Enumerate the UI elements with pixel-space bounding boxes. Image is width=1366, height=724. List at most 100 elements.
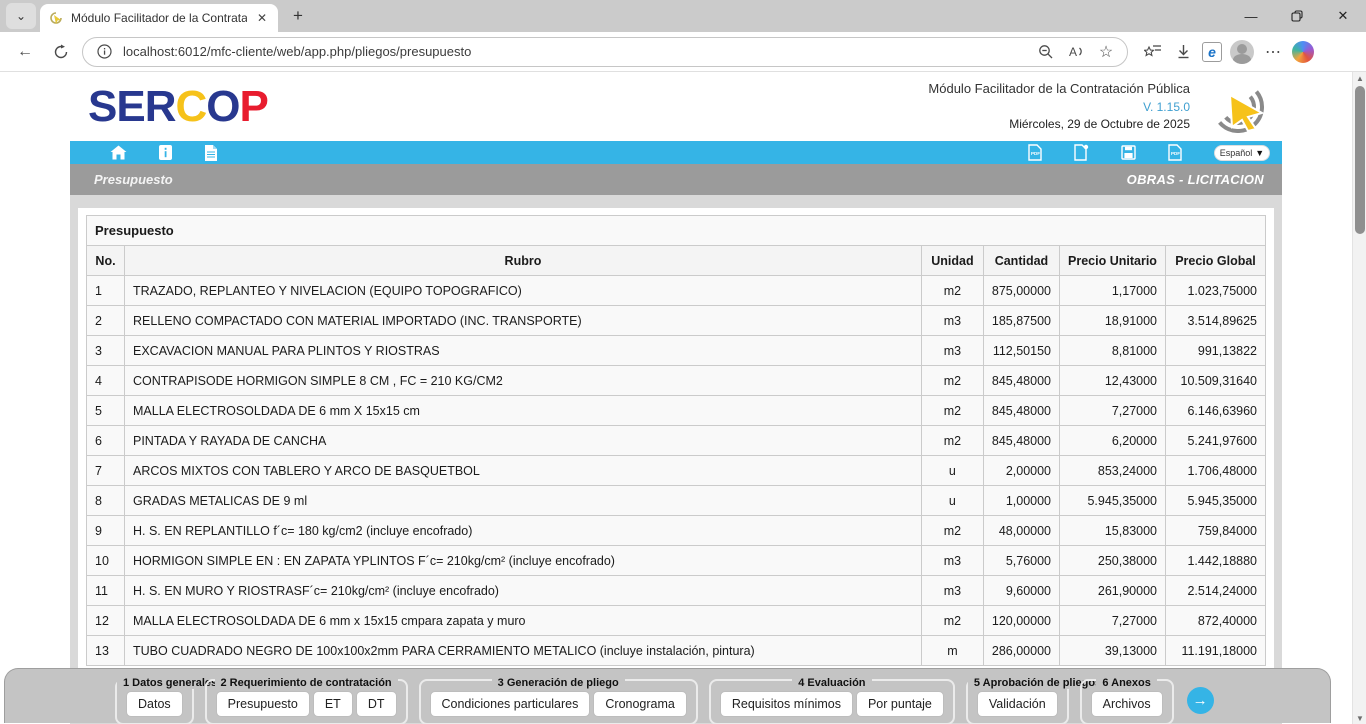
- cell-rubro: H. S. EN REPLANTILLO f´c= 180 kg/cm2 (in…: [125, 516, 922, 546]
- svg-text:A: A: [1069, 45, 1077, 59]
- window-close-button[interactable]: ✕: [1320, 0, 1366, 32]
- scroll-down-icon[interactable]: ▼: [1353, 712, 1366, 724]
- cell-no: 6: [87, 426, 125, 456]
- cell-cantidad: 286,00000: [983, 636, 1059, 666]
- cell-precio-unitario: 250,38000: [1060, 546, 1166, 576]
- scrollbar-thumb[interactable]: [1355, 86, 1365, 234]
- cell-precio-unitario: 853,24000: [1060, 456, 1166, 486]
- cell-unidad: m2: [921, 516, 983, 546]
- site-info-icon[interactable]: [93, 41, 115, 63]
- cell-rubro: TRAZADO, REPLANTEO Y NIVELACION (EQUIPO …: [125, 276, 922, 306]
- cell-precio-global: 10.509,31640: [1166, 366, 1266, 396]
- profile-avatar[interactable]: [1230, 40, 1254, 64]
- collections-icon[interactable]: [1142, 41, 1164, 63]
- cell-precio-global: 5.241,97600: [1166, 426, 1266, 456]
- nav-button-dt[interactable]: DT: [356, 691, 397, 717]
- table-row: 3EXCAVACION MANUAL PARA PLINTOS Y RIOSTR…: [87, 336, 1266, 366]
- section-6: 6 AnexosArchivos: [1080, 679, 1174, 724]
- cell-no: 2: [87, 306, 125, 336]
- logo-text: SER: [88, 82, 175, 131]
- section-label: 3 Generación de pliego: [421, 673, 696, 691]
- app-title: Módulo Facilitador de la Contratación Pú…: [928, 80, 1190, 99]
- cell-no: 4: [87, 366, 125, 396]
- scroll-up-icon[interactable]: ▲: [1353, 72, 1366, 84]
- read-aloud-icon[interactable]: A: [1065, 41, 1087, 63]
- next-step-button[interactable]: →: [1187, 687, 1214, 714]
- nav-button-condiciones-particulares[interactable]: Condiciones particulares: [430, 691, 591, 717]
- cell-unidad: u: [921, 486, 983, 516]
- nav-button-archivos[interactable]: Archivos: [1091, 691, 1163, 717]
- language-select[interactable]: Español ▼: [1214, 145, 1270, 161]
- window-minimize-button[interactable]: —: [1228, 0, 1274, 32]
- browser-tab[interactable]: Módulo Facilitador de la Contrata ✕: [40, 4, 278, 32]
- table-row: 5MALLA ELECTROSOLDADA DE 6 mm X 15x15 cm…: [87, 396, 1266, 426]
- info-icon[interactable]: [159, 145, 172, 160]
- pdf-file-icon[interactable]: PDF: [1168, 144, 1182, 161]
- new-document-icon[interactable]: [1074, 144, 1089, 161]
- pdf-file-icon[interactable]: PDF: [1028, 144, 1042, 161]
- table-row: 12MALLA ELECTROSOLDADA DE 6 mm x 15x15 c…: [87, 606, 1266, 636]
- back-icon[interactable]: ←: [10, 37, 40, 67]
- nav-button-presupuesto[interactable]: Presupuesto: [216, 691, 310, 717]
- address-bar[interactable]: localhost:6012/mfc-cliente/web/app.php/p…: [82, 37, 1128, 67]
- cell-precio-unitario: 1,17000: [1060, 276, 1166, 306]
- table-row: 2RELLENO COMPACTADO CON MATERIAL IMPORTA…: [87, 306, 1266, 336]
- cell-precio-unitario: 18,91000: [1060, 306, 1166, 336]
- cell-cantidad: 875,00000: [983, 276, 1059, 306]
- content-area: Presupuesto No.RubroUnidadCantidadPrecio…: [70, 195, 1282, 724]
- copilot-icon[interactable]: [1292, 41, 1314, 63]
- url-text[interactable]: localhost:6012/mfc-cliente/web/app.php/p…: [123, 44, 1027, 59]
- favorite-star-icon[interactable]: ☆: [1095, 41, 1117, 63]
- section-2: 2 Requerimiento de contrataciónPresupues…: [205, 679, 408, 724]
- window-restore-button[interactable]: [1274, 0, 1320, 32]
- nav-button-cronograma[interactable]: Cronograma: [593, 691, 686, 717]
- cell-precio-global: 5.945,35000: [1166, 486, 1266, 516]
- cell-rubro: TUBO CUADRADO NEGRO DE 100x100x2mm PARA …: [125, 636, 922, 666]
- breadcrumb-bar: Presupuesto OBRAS - LICITACION: [70, 164, 1282, 195]
- table-row: 4CONTRAPISODE HORMIGON SIMPLE 8 CM , FC …: [87, 366, 1266, 396]
- table-row: 8GRADAS METALICAS DE 9 mlu1,000005.945,3…: [87, 486, 1266, 516]
- process-type-label: OBRAS - LICITACION: [1127, 172, 1264, 187]
- vertical-scrollbar[interactable]: ▲ ▼: [1352, 72, 1366, 724]
- settings-more-icon[interactable]: ⋯: [1262, 41, 1284, 63]
- cell-no: 9: [87, 516, 125, 546]
- zoom-out-icon[interactable]: [1035, 41, 1057, 63]
- nav-button-por-puntaje[interactable]: Por puntaje: [856, 691, 944, 717]
- cell-no: 13: [87, 636, 125, 666]
- page-title: Presupuesto: [94, 172, 173, 187]
- cell-unidad: m3: [921, 546, 983, 576]
- cell-precio-global: 1.442,18880: [1166, 546, 1266, 576]
- browser-tab-strip: ⌄ Módulo Facilitador de la Contrata ✕ + …: [0, 0, 1366, 32]
- cell-no: 3: [87, 336, 125, 366]
- cell-unidad: u: [921, 456, 983, 486]
- nav-button-requisitos-mínimos[interactable]: Requisitos mínimos: [720, 691, 853, 717]
- section-label: 5 Aprobación de pliegos: [968, 673, 1067, 691]
- cell-precio-global: 872,40000: [1166, 606, 1266, 636]
- refresh-icon[interactable]: [46, 37, 76, 67]
- bottom-nav: 1 Datos generalesDatos2 Requerimiento de…: [4, 668, 1331, 723]
- section-label: 4 Evaluación: [711, 673, 953, 691]
- nav-button-datos[interactable]: Datos: [126, 691, 183, 717]
- table-panel: Presupuesto No.RubroUnidadCantidadPrecio…: [78, 208, 1274, 673]
- table-header-row: No.RubroUnidadCantidadPrecio UnitarioPre…: [87, 246, 1266, 276]
- table-row: 7ARCOS MIXTOS CON TABLERO Y ARCO DE BASQ…: [87, 456, 1266, 486]
- document-icon[interactable]: [204, 145, 217, 161]
- nav-button-validación[interactable]: Validación: [977, 691, 1058, 717]
- home-icon[interactable]: [110, 145, 127, 160]
- ie-mode-icon[interactable]: e: [1202, 42, 1222, 62]
- save-icon[interactable]: [1121, 145, 1136, 160]
- cell-precio-unitario: 7,27000: [1060, 396, 1166, 426]
- tab-search-button[interactable]: ⌄: [6, 3, 36, 29]
- cell-rubro: RELLENO COMPACTADO CON MATERIAL IMPORTAD…: [125, 306, 922, 336]
- app-version: V. 1.15.0: [928, 99, 1190, 116]
- downloads-icon[interactable]: [1172, 41, 1194, 63]
- nav-button-et[interactable]: ET: [313, 691, 353, 717]
- cell-no: 12: [87, 606, 125, 636]
- table-row: 9H. S. EN REPLANTILLO f´c= 180 kg/cm2 (i…: [87, 516, 1266, 546]
- tab-close-icon[interactable]: ✕: [254, 11, 270, 25]
- cell-precio-global: 991,13822: [1166, 336, 1266, 366]
- cell-unidad: m2: [921, 426, 983, 456]
- cell-rubro: CONTRAPISODE HORMIGON SIMPLE 8 CM , FC =…: [125, 366, 922, 396]
- new-tab-button[interactable]: +: [284, 3, 312, 29]
- cell-precio-global: 1.706,48000: [1166, 456, 1266, 486]
